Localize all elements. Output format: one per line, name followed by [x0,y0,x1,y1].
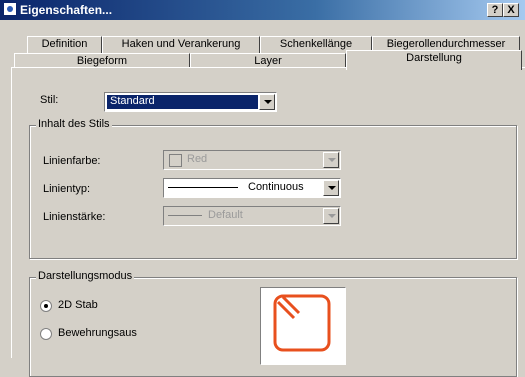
bent-bar-preview-icon [273,294,331,352]
line-color-label: Linienfarbe: [43,155,101,167]
help-button[interactable]: ? [487,3,503,17]
line-type-label: Linientyp: [43,183,91,195]
chevron-down-icon[interactable] [323,152,339,168]
chevron-down-icon[interactable] [259,94,275,110]
line-color-dropdown[interactable]: Red [163,150,341,170]
display-mode-group: Darstellungsmodus 2D Stab Bewehrungsaus [29,270,517,377]
radio-bewehrungsaus[interactable] [40,328,52,340]
style-dropdown[interactable]: Standard [104,92,277,112]
line-weight-label: Linienstärke: [43,211,106,223]
display-mode-title: Darstellungsmodus [36,270,135,282]
style-content-group: Inhalt des Stils Linienfarbe: Red Linien… [29,118,517,259]
radio-2d-stab-label[interactable]: 2D Stab [58,299,98,311]
style-dropdown-value: Standard [110,95,155,107]
radio-bewehrungsaus-label[interactable]: Bewehrungsaus [58,327,137,339]
line-color-value: Red [187,153,208,165]
line-type-dropdown[interactable]: Continuous [163,178,341,198]
line-sample-icon [168,187,238,188]
line-weight-value: Default [208,209,243,221]
line-type-value: Continuous [248,181,304,193]
tab-panel: Stil: Standard Inhalt des Stils Linienfa… [11,67,525,377]
line-weight-dropdown[interactable]: Default [163,206,341,226]
window-title: Eigenschaften... [20,3,113,17]
weight-sample-icon [168,215,202,216]
style-label: Stil: [40,94,59,106]
color-swatch-icon [169,154,182,167]
tab-definition[interactable]: Definition [27,36,102,53]
chevron-down-icon[interactable] [323,208,339,224]
tab-haken-und-verankerung[interactable]: Haken und Verankerung [102,36,260,53]
app-icon [3,2,17,16]
title-bar[interactable]: Eigenschaften... ? X [0,0,525,20]
display-preview [260,287,346,365]
close-button[interactable]: X [503,3,519,17]
style-content-title: Inhalt des Stils [36,118,112,130]
tab-darstellung[interactable]: Darstellung [346,50,522,70]
radio-2d-stab[interactable] [40,300,52,312]
chevron-down-icon[interactable] [323,180,339,196]
